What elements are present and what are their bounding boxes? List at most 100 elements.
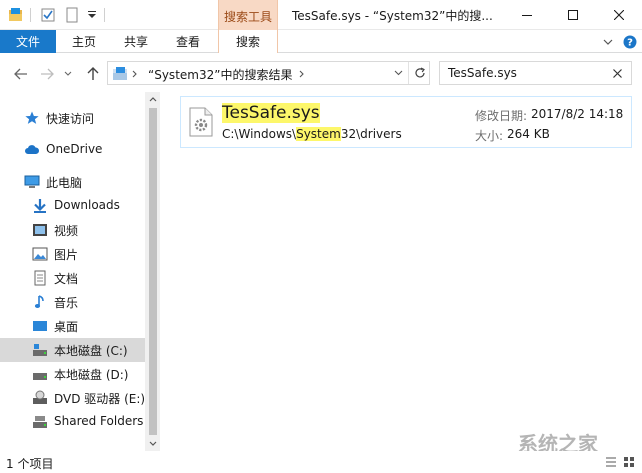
search-box[interactable]: TesSafe.sys <box>439 61 632 85</box>
tab-view[interactable]: 查看 <box>166 30 210 53</box>
address-bar[interactable]: “System32”中的搜索结果 <box>107 61 430 85</box>
chevron-right-icon <box>132 70 137 78</box>
window-title: TesSafe.sys - “System32”中的搜... <box>292 9 493 23</box>
computer-icon <box>24 175 40 188</box>
content-pane: TesSafe.sys C:\Windows\System32\drivers … <box>160 92 642 451</box>
chevron-right-icon <box>299 70 304 78</box>
sidebar-item-shared-folders[interactable]: Shared Folders <box>0 410 145 434</box>
picture-icon <box>32 247 48 261</box>
sidebar-item-documents[interactable]: 文档 <box>0 266 145 290</box>
sidebar-item-label: Shared Folders <box>54 414 144 428</box>
navigation-pane: 快速访问 OneDrive 此电脑 Downloads 视频 图片 文档 音乐 … <box>0 92 160 451</box>
scroll-up-button[interactable] <box>145 92 160 106</box>
sidebar-item-music[interactable]: 音乐 <box>0 290 145 314</box>
sidebar-item-label: 图片 <box>54 248 79 262</box>
recent-locations-button[interactable] <box>62 65 74 83</box>
sidebar-item-label: 本地磁盘 (C:) <box>54 344 128 358</box>
drive-d-icon <box>33 373 47 380</box>
search-tools-context-tab: 搜索工具 <box>218 0 278 30</box>
chevron-up-icon <box>149 96 156 101</box>
back-button[interactable] <box>12 65 30 83</box>
chevron-down-icon <box>394 70 402 76</box>
address-row: “System32”中的搜索结果 TesSafe.sys <box>0 54 642 92</box>
chevron-down-icon <box>603 39 613 45</box>
scrollbar-thumb[interactable] <box>149 108 157 435</box>
details-view-icon[interactable] <box>604 455 618 469</box>
tab-share[interactable]: 共享 <box>114 30 158 53</box>
tab-file[interactable]: 文件 <box>0 30 56 53</box>
navigation-scrollbar[interactable] <box>145 92 160 451</box>
properties-icon[interactable] <box>40 7 56 23</box>
close-icon <box>614 10 624 20</box>
sidebar-item-quick-access[interactable]: 快速访问 <box>0 106 145 130</box>
search-result-item[interactable]: TesSafe.sys C:\Windows\System32\drivers … <box>180 96 632 148</box>
large-icons-view-icon[interactable] <box>622 455 636 469</box>
sidebar-item-drive-d[interactable]: 本地磁盘 (D:) <box>0 362 145 386</box>
sidebar-item-label: 本地磁盘 (D:) <box>54 368 129 382</box>
item-count: 1 个项目 <box>6 457 54 471</box>
arrow-up-icon <box>87 67 99 80</box>
forward-button[interactable] <box>38 65 56 83</box>
qat-separator <box>30 8 31 22</box>
sidebar-item-dvd-drive[interactable]: DVD 驱动器 (E:) <box>0 386 145 410</box>
file-name: TesSafe.sys <box>222 103 320 123</box>
sidebar-item-desktop[interactable]: 桌面 <box>0 314 145 338</box>
drive-c-icon <box>33 344 47 356</box>
system-file-icon <box>189 107 213 137</box>
arrow-right-icon <box>41 68 54 80</box>
sidebar-item-label: 快速访问 <box>46 112 95 126</box>
explorer-icon <box>9 8 22 21</box>
sidebar-item-label: 此电脑 <box>46 176 83 190</box>
maximize-button[interactable] <box>550 0 596 30</box>
qat-separator <box>104 8 105 22</box>
search-input[interactable]: TesSafe.sys <box>448 66 517 80</box>
tab-search[interactable]: 搜索 <box>218 30 278 53</box>
status-bar: 1 个项目 <box>0 451 642 473</box>
sidebar-item-drive-c[interactable]: 本地磁盘 (C:) <box>0 338 145 362</box>
size-label: 大小: <box>475 129 504 143</box>
tab-home[interactable]: 主页 <box>62 30 106 53</box>
new-folder-icon[interactable] <box>64 7 80 23</box>
close-button[interactable] <box>596 0 642 30</box>
address-path: “System32”中的搜索结果 <box>148 68 293 82</box>
sidebar-item-this-pc[interactable]: 此电脑 <box>0 170 145 194</box>
cloud-icon <box>25 145 40 154</box>
sidebar-item-videos[interactable]: 视频 <box>0 218 145 242</box>
sidebar-item-label: DVD 驱动器 (E:) <box>54 392 146 406</box>
up-button[interactable] <box>84 65 102 83</box>
desktop-icon <box>33 321 47 331</box>
address-dropdown-button[interactable] <box>388 62 408 84</box>
clear-search-button[interactable] <box>610 66 624 80</box>
maximize-icon <box>568 10 578 20</box>
download-icon <box>34 199 46 213</box>
refresh-icon <box>414 67 425 78</box>
help-button[interactable]: ? <box>622 34 638 50</box>
chevron-down-icon[interactable] <box>84 7 100 23</box>
sidebar-item-onedrive[interactable]: OneDrive <box>0 138 145 162</box>
size-value: 264 KB <box>507 127 550 141</box>
file-path: C:\Windows\System32\drivers <box>222 127 402 141</box>
sidebar-item-label: OneDrive <box>46 142 103 156</box>
sidebar-item-label: Downloads <box>54 198 120 212</box>
video-icon <box>33 224 47 236</box>
svg-text:?: ? <box>627 38 633 49</box>
close-icon <box>612 68 622 78</box>
ribbon-tabs: 文件 主页 共享 查看 搜索 ? <box>0 30 642 53</box>
music-icon <box>34 295 44 308</box>
modified-date-label: 修改日期: <box>475 109 528 123</box>
sidebar-item-downloads[interactable]: Downloads <box>0 194 145 218</box>
sidebar-item-label: 文档 <box>54 272 79 286</box>
scroll-down-button[interactable] <box>145 436 160 450</box>
shared-folder-icon <box>33 416 47 428</box>
star-icon <box>25 111 39 124</box>
context-tab-label: 搜索工具 <box>223 10 272 24</box>
minimize-button[interactable] <box>504 0 550 30</box>
dvd-icon <box>33 390 47 404</box>
minimize-icon <box>522 15 532 16</box>
sidebar-item-pictures[interactable]: 图片 <box>0 242 145 266</box>
expand-ribbon-button[interactable] <box>600 34 616 50</box>
refresh-button[interactable] <box>408 62 430 84</box>
document-icon <box>34 270 46 286</box>
arrow-left-icon <box>14 68 27 80</box>
chevron-down-icon <box>64 71 72 76</box>
